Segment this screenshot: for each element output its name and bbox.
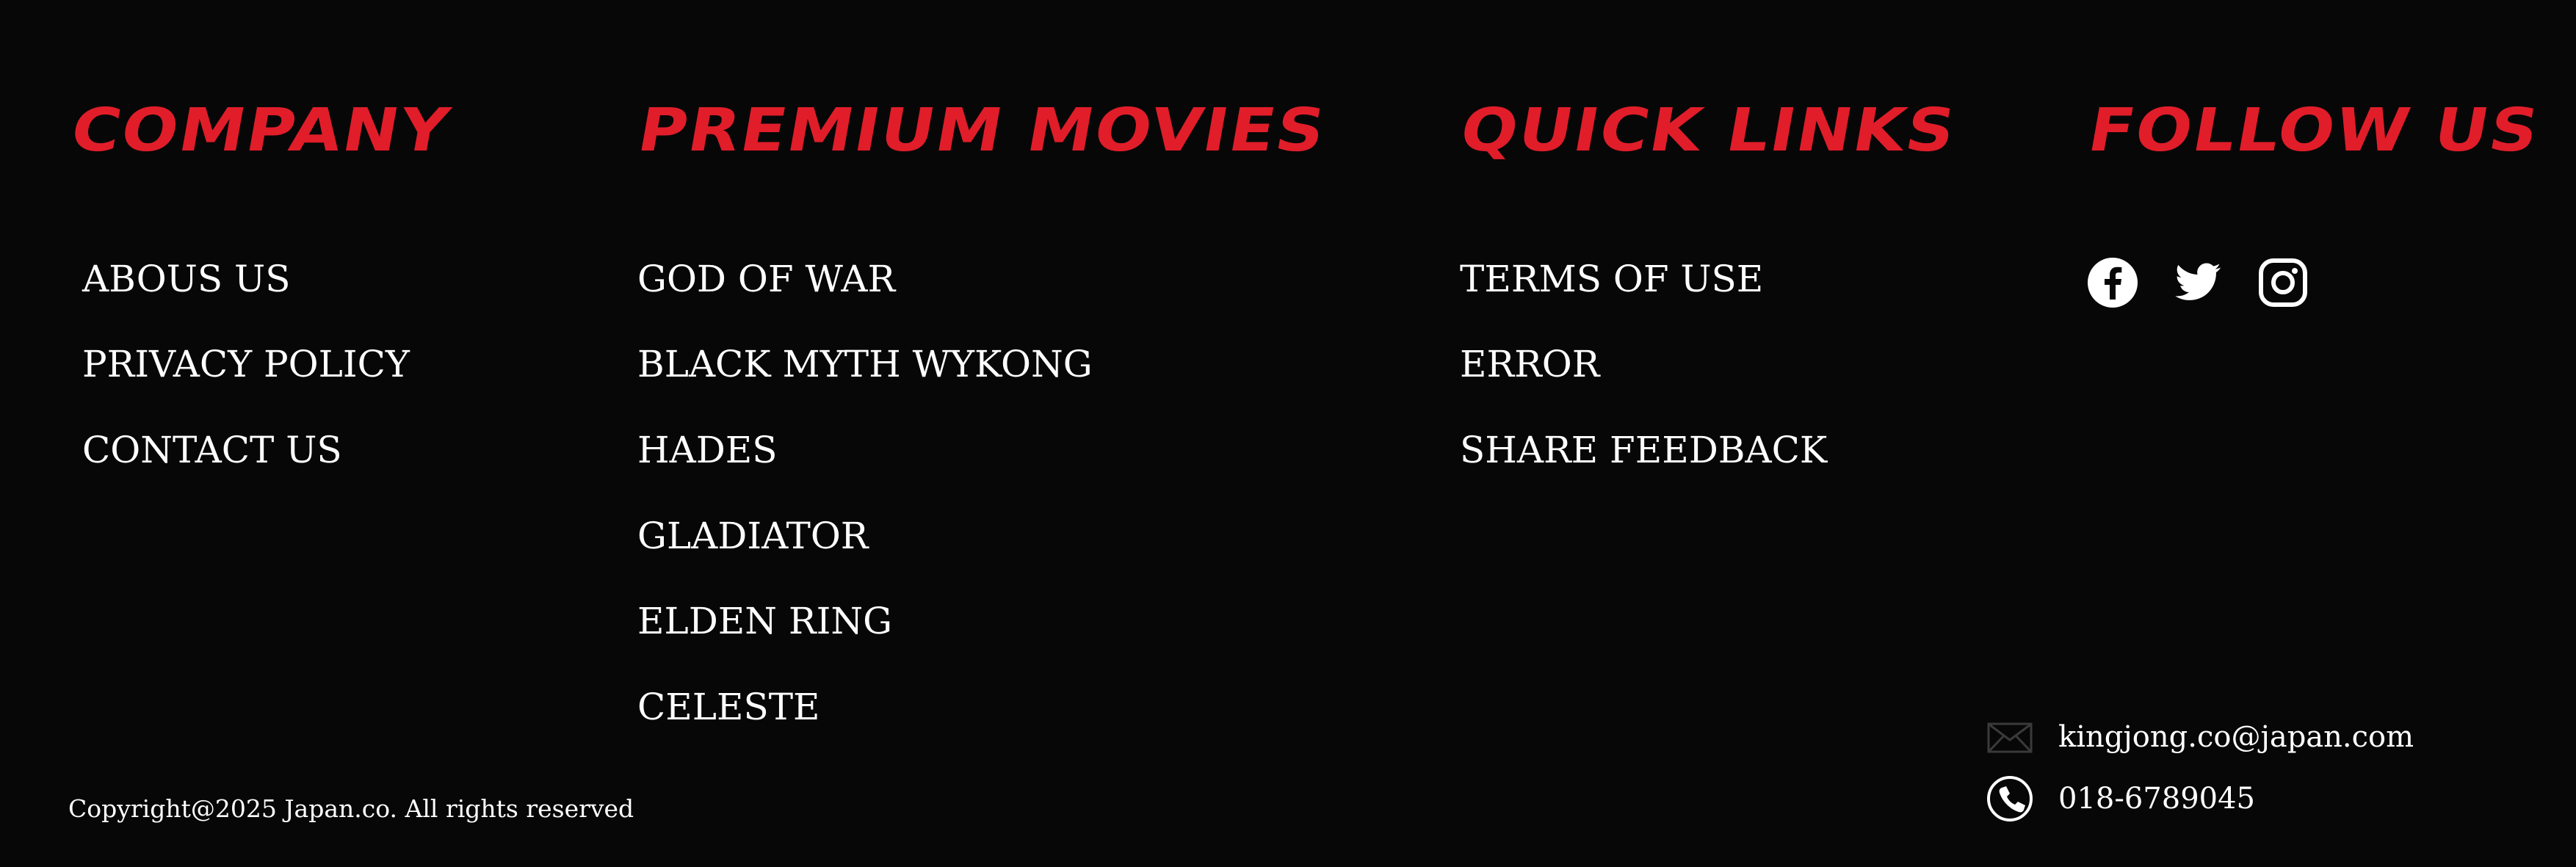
footer-link-about-us[interactable]: ABOUS US — [82, 257, 290, 301]
footer-link-contact-us[interactable]: CONTACT US — [82, 428, 342, 472]
facebook-icon[interactable] — [2087, 257, 2138, 308]
footer-link-gladiator[interactable]: GLADIATOR — [637, 514, 868, 558]
contact-phone[interactable]: 018-6789045 — [1986, 775, 2255, 822]
contact-email-text: kingjong.co@japan.com — [2058, 720, 2414, 754]
premium-movies-heading: PREMIUM MOVIES — [632, 95, 1332, 165]
footer-link-black-myth-wykong[interactable]: BLACK MYTH WYKONG — [637, 342, 1093, 386]
footer-link-elden-ring[interactable]: ELDEN RING — [637, 599, 892, 643]
contact-phone-text: 018-6789045 — [2058, 782, 2256, 816]
company-heading: COMPANY — [65, 95, 456, 165]
twitter-icon[interactable] — [2172, 257, 2224, 308]
footer-link-god-of-war[interactable]: GOD OF WAR — [637, 257, 895, 301]
phone-icon — [1986, 775, 2033, 822]
quick-links-heading: QUICK LINKS — [1455, 95, 1962, 165]
footer-link-terms-of-use[interactable]: TERMS OF USE — [1460, 257, 1763, 301]
instagram-icon[interactable] — [2257, 257, 2309, 308]
footer-link-share-feedback[interactable]: SHARE FEEDBACK — [1460, 428, 1827, 472]
contact-email[interactable]: kingjong.co@japan.com — [1986, 714, 2414, 761]
footer-link-error[interactable]: ERROR — [1460, 342, 1599, 386]
copyright-text: Copyright@2025 Japan.co. All rights rese… — [68, 794, 634, 823]
social-icons — [2087, 257, 2309, 308]
footer-link-privacy-policy[interactable]: PRIVACY POLICY — [82, 342, 410, 386]
mail-icon — [1986, 714, 2033, 761]
footer-link-hades[interactable]: HADES — [637, 428, 778, 472]
follow-us-heading: FOLLOW US — [2083, 95, 2545, 165]
footer-link-celeste[interactable]: CELESTE — [637, 685, 820, 729]
